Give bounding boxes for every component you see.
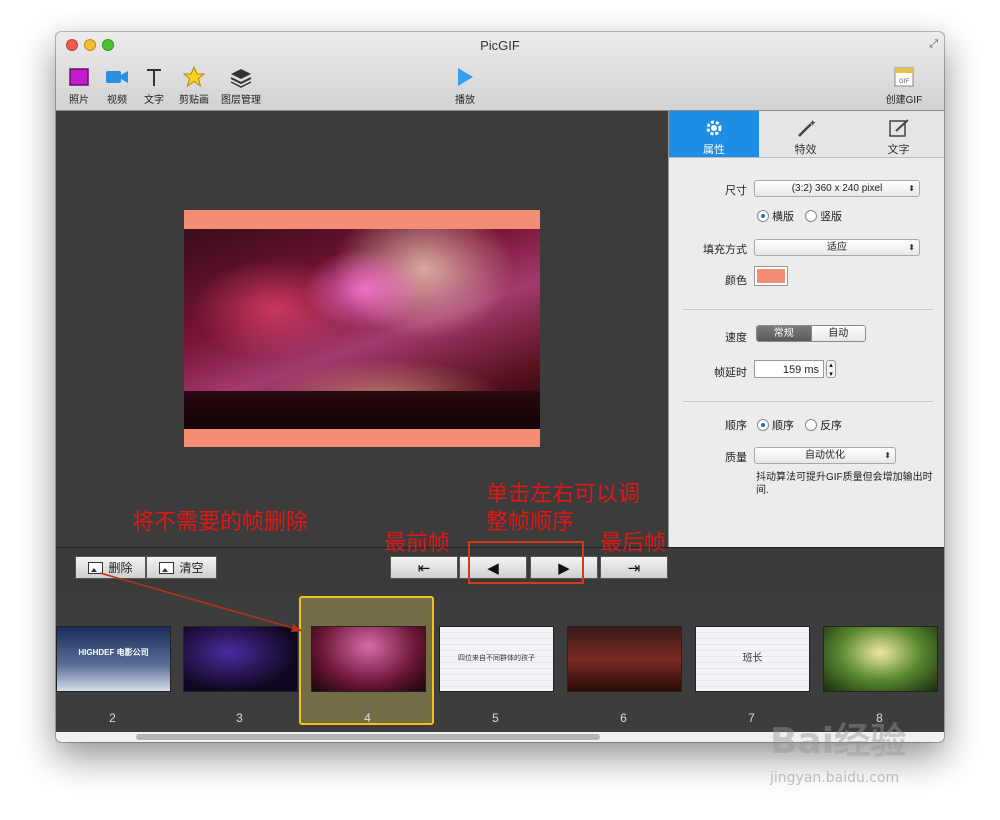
annotation-arrow xyxy=(99,572,303,632)
annotation-reorder-hint-2: 整帧顺序 xyxy=(486,510,575,535)
watermark-url: jingyan.baidu.com xyxy=(770,770,900,786)
annotation-highlight-box xyxy=(468,541,584,584)
annotation-first-frame: 最前帧 xyxy=(384,531,451,556)
annotation-delete-hint: 将不需要的帧删除 xyxy=(132,510,309,535)
watermark-logo: Bai经验 xyxy=(770,721,907,762)
annotation-last-frame: 最后帧 xyxy=(600,531,667,556)
